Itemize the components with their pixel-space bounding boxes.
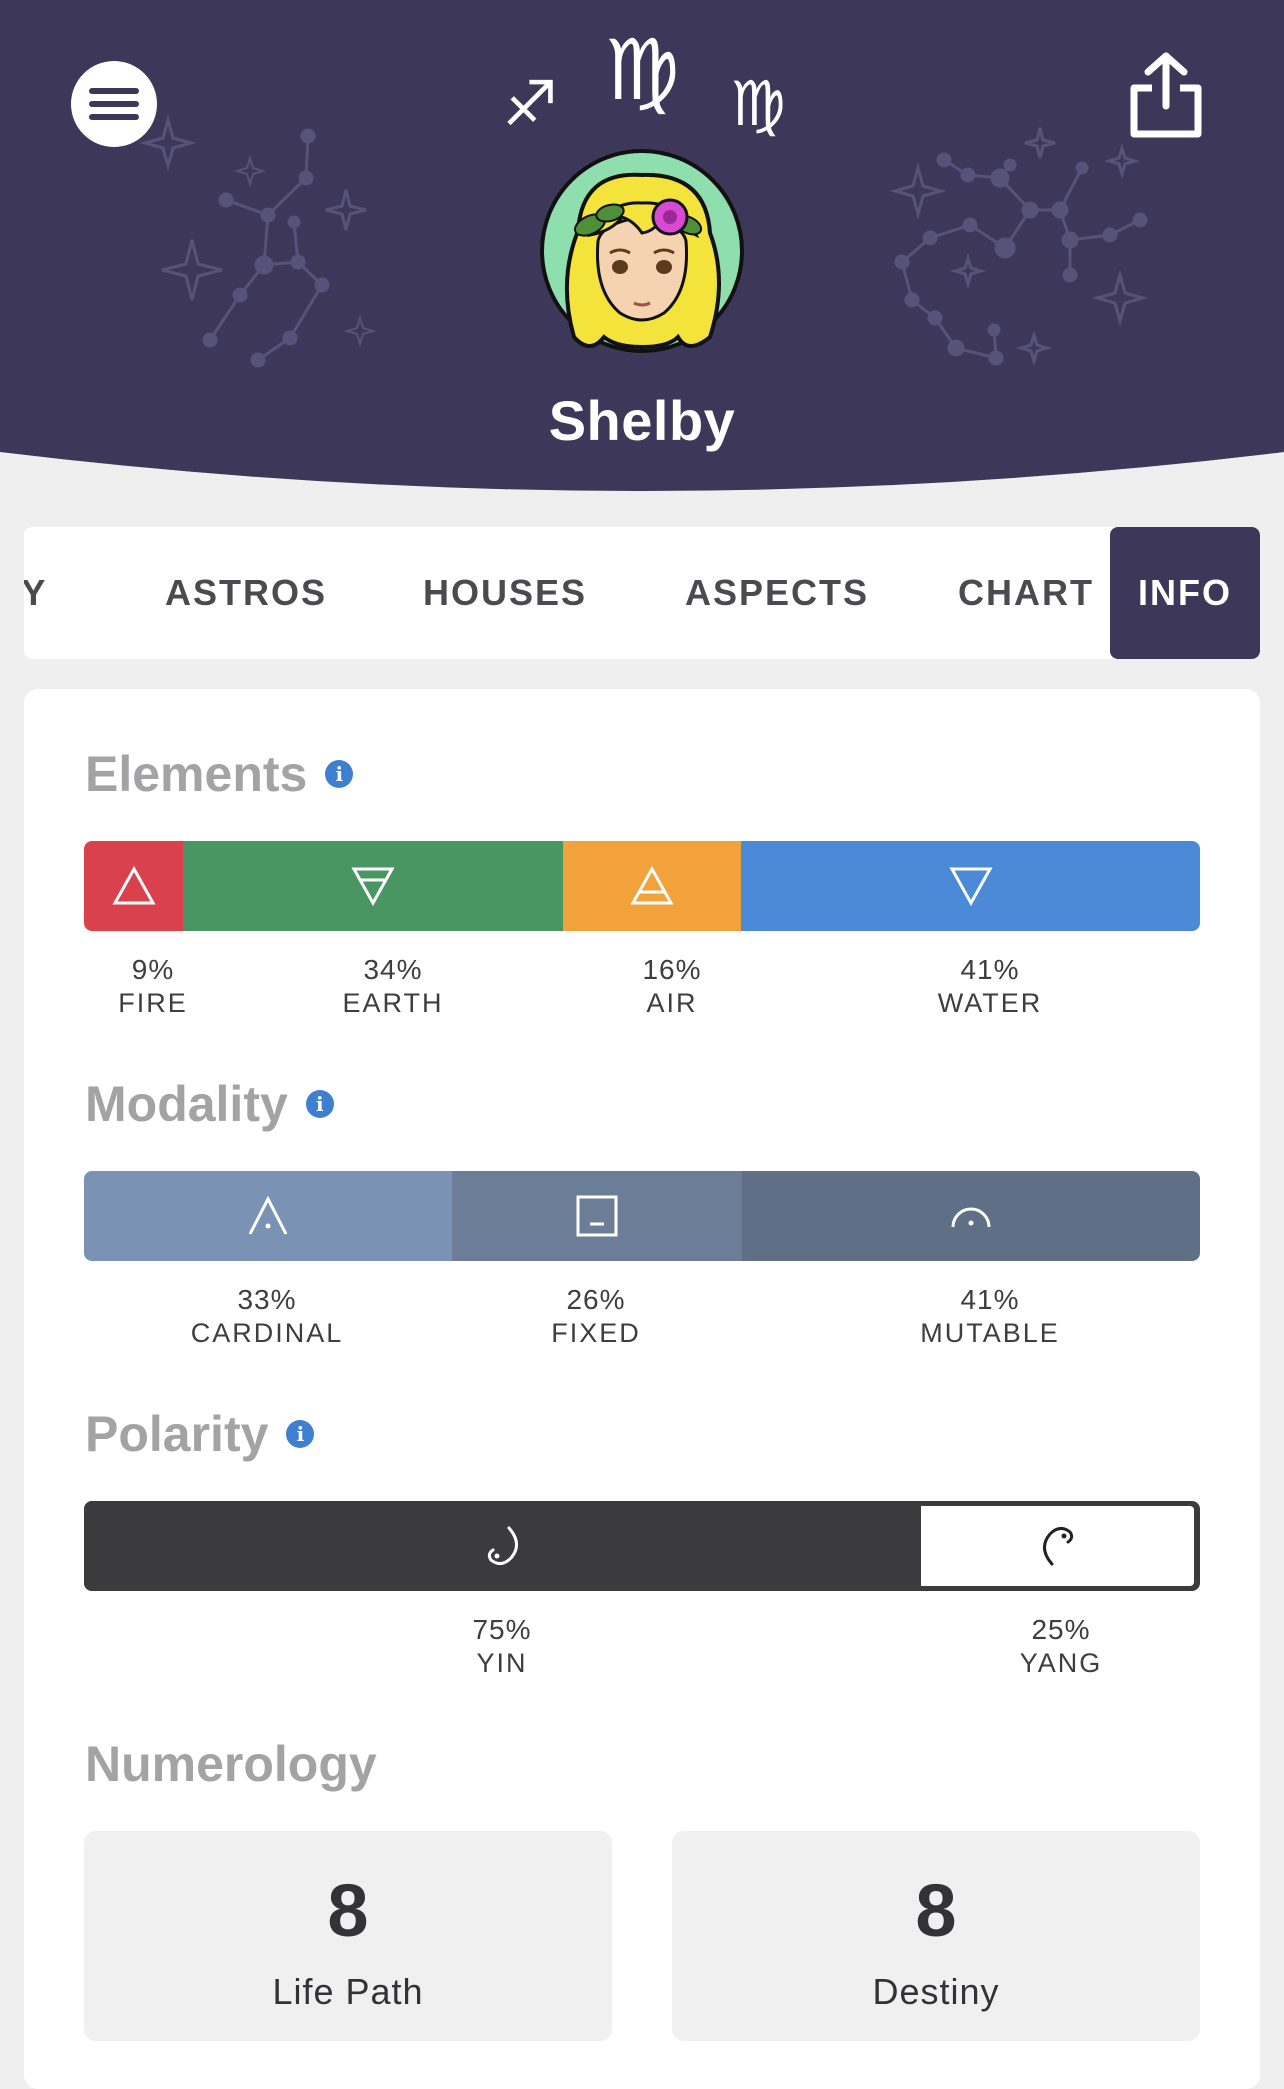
tab-today[interactable]: AY [24,527,82,659]
earth-segment [183,841,563,931]
rising-sign: ♐ [494,66,566,142]
destiny-number: 8 [915,1869,957,1952]
life-path-number: 8 [327,1869,369,1952]
info-icon[interactable]: i [286,1420,315,1448]
polarity-title: Polarity i [85,1405,315,1463]
fixed-icon [576,1195,618,1237]
fire-segment [84,841,183,931]
numerology-title-text: Numerology [85,1736,377,1792]
elements-title: Elements i [85,745,354,803]
earth-percent: 34% [363,954,423,985]
water-stat: 41% WATER [870,953,1110,1019]
yin-icon [487,1526,518,1565]
info-card: Elements i 9% FIRE 34% EARTH 16% AIR 41%… [24,689,1260,2089]
polarity-bar [84,1501,1200,1591]
share-icon [1130,52,1202,138]
cardinal-percent: 33% [237,1284,297,1315]
fire-percent: 9% [131,954,175,985]
air-segment [563,841,741,931]
polarity-title-text: Polarity [85,1406,269,1462]
mutable-icon [951,1207,991,1228]
life-path-label: Life Path [272,1971,424,2012]
numerology-title: Numerology [85,1735,377,1793]
virgo-sign-icon-small: ♍ [730,67,786,140]
water-percent: 41% [960,954,1020,985]
modality-title-text: Modality [85,1076,288,1132]
yin-segment [84,1501,921,1591]
water-label: WATER [937,988,1043,1018]
destiny-label: Destiny [872,1971,1000,2012]
profile-name: Shelby [548,389,736,452]
air-icon [630,866,674,905]
tab-aspects[interactable]: ASPECTS [652,527,902,659]
mutable-label: MUTABLE [920,1318,1060,1348]
water-icon [948,867,993,906]
menu-button[interactable] [71,61,157,147]
mutable-segment [742,1171,1200,1261]
cardinal-label: CARDINAL [190,1318,344,1348]
yang-label: YANG [1019,1648,1103,1678]
share-button[interactable] [1124,50,1208,142]
tab-info[interactable]: INFO [1110,527,1260,659]
earth-icon [351,867,395,906]
elements-title-text: Elements [85,746,308,802]
elements-bar [84,841,1200,931]
fire-label: FIRE [118,988,188,1018]
fixed-label: FIXED [551,1318,641,1348]
fire-icon [111,866,156,905]
mutable-percent: 41% [960,1284,1020,1315]
air-label: AIR [646,988,698,1018]
modality-bar [84,1171,1200,1261]
yang-stat: 25% YANG [941,1613,1181,1679]
yang-percent: 25% [1031,1614,1091,1645]
avatar[interactable] [538,141,746,363]
earth-label: EARTH [342,988,444,1018]
profile-header: ♍ ♐ ♍ Shelby [0,0,1284,500]
cardinal-stat: 33% CARDINAL [147,1283,387,1349]
cardinal-icon [248,1196,288,1235]
fixed-percent: 26% [566,1284,626,1315]
modality-title: Modality i [85,1075,334,1133]
sun-sign: ♍ [590,20,694,120]
info-icon[interactable]: i [305,1090,334,1118]
yin-percent: 75% [472,1614,532,1645]
yang-icon [1042,1527,1073,1566]
sagittarius-sign-icon: ♐ [502,67,558,140]
fire-stat: 9% FIRE [33,953,273,1019]
tab-chart[interactable]: CHART [926,527,1126,659]
tab-houses[interactable]: HOUSES [388,527,622,659]
earth-stat: 34% EARTH [273,953,513,1019]
yang-segment [921,1506,1194,1586]
fixed-stat: 26% FIXED [476,1283,716,1349]
moon-sign: ♍ [722,66,794,142]
cardinal-segment [84,1171,452,1261]
mutable-stat: 41% MUTABLE [870,1283,1110,1349]
virgo-sign-icon: ♍ [604,21,680,119]
tab-bar: AY ASTROS HOUSES ASPECTS CHART INFO [24,527,1260,659]
fixed-segment [452,1171,742,1261]
destiny-card[interactable]: 8 Destiny [672,1831,1200,2041]
life-path-card[interactable]: 8 Life Path [84,1831,612,2041]
info-icon[interactable]: i [325,760,354,788]
air-stat: 16% AIR [552,953,792,1019]
yin-stat: 75% YIN [382,1613,622,1679]
hamburger-icon [89,88,139,120]
yin-label: YIN [476,1648,528,1678]
air-percent: 16% [642,954,702,985]
tab-astros[interactable]: ASTROS [134,527,358,659]
water-segment [741,841,1200,931]
